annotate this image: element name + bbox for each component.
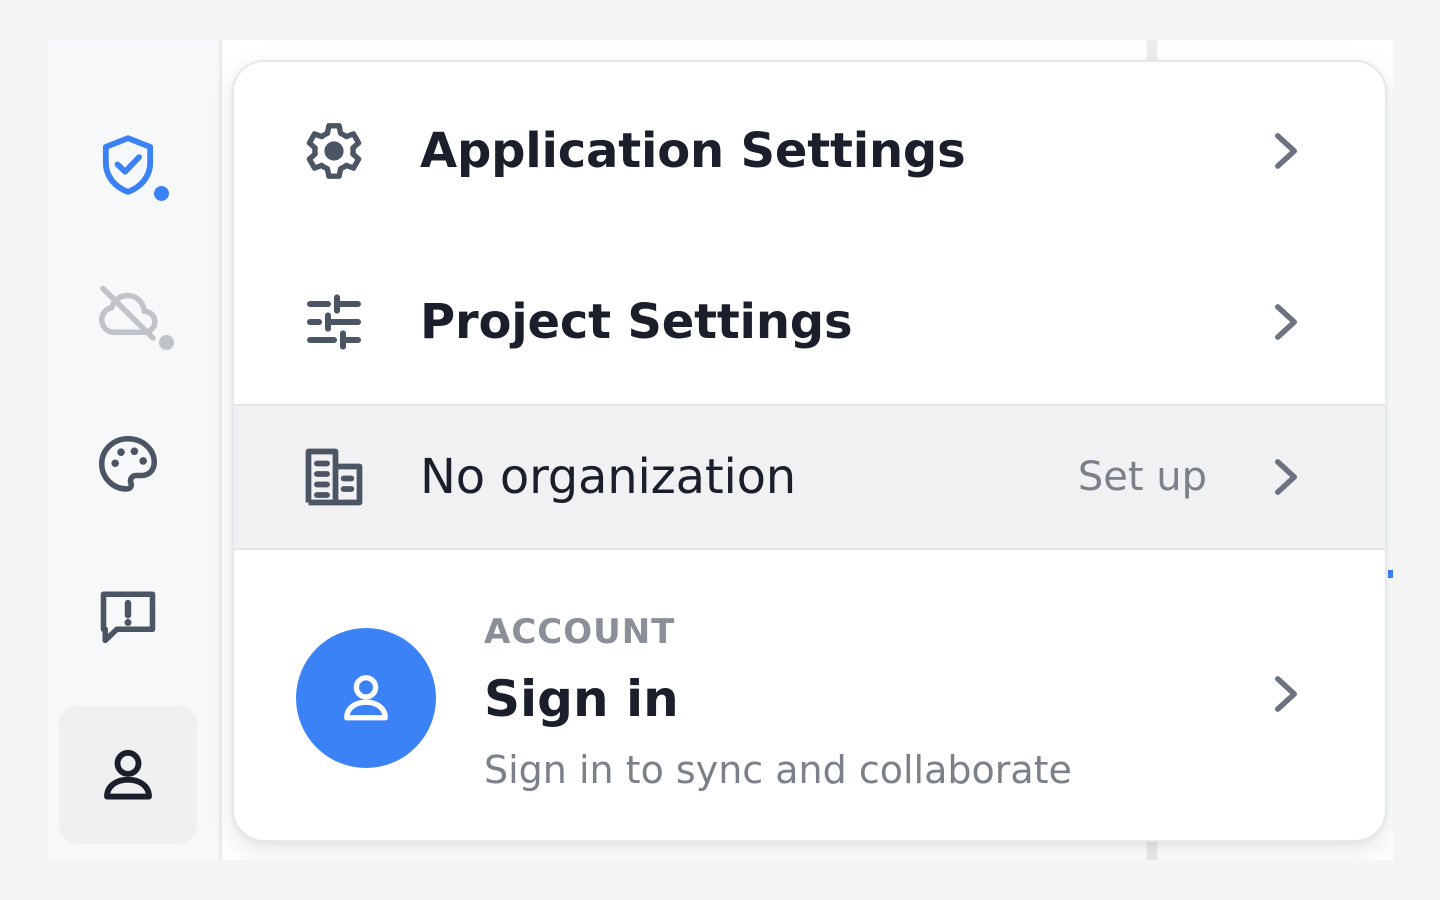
account-section-label: ACCOUNT bbox=[484, 612, 676, 652]
menu-item-label: Application Settings bbox=[420, 123, 966, 179]
gear-icon bbox=[298, 115, 370, 187]
chevron-right-icon bbox=[1269, 455, 1303, 499]
sidebar-item-security[interactable] bbox=[59, 96, 197, 234]
sign-in-subtitle: Sign in to sync and collaborate bbox=[484, 748, 1072, 792]
sidebar-item-account[interactable] bbox=[59, 706, 197, 844]
sliders-icon bbox=[298, 286, 370, 358]
app-window: Application Settings Project Settings No… bbox=[47, 40, 1393, 860]
cloud-off-icon bbox=[98, 285, 158, 341]
menu-item-project-settings[interactable]: Project Settings bbox=[234, 240, 1385, 404]
palette-icon bbox=[98, 435, 158, 492]
avatar bbox=[296, 628, 436, 768]
menu-item-application-settings[interactable]: Application Settings bbox=[234, 62, 1385, 240]
sign-in-title: Sign in bbox=[484, 670, 679, 728]
sidebar-divider bbox=[219, 40, 222, 860]
account-menu-popover: Application Settings Project Settings No… bbox=[232, 60, 1387, 842]
menu-item-label: Project Settings bbox=[420, 294, 853, 350]
user-icon bbox=[344, 675, 388, 721]
menu-item-organization[interactable]: No organization Set up bbox=[234, 404, 1385, 550]
chevron-right-icon bbox=[1269, 672, 1303, 716]
sidebar-item-sync[interactable] bbox=[59, 244, 197, 382]
menu-item-sign-in[interactable]: ACCOUNT Sign in Sign in to sync and coll… bbox=[234, 550, 1385, 840]
background-accent-mark bbox=[1388, 570, 1393, 578]
user-icon bbox=[104, 749, 152, 800]
shield-check-icon bbox=[102, 135, 154, 195]
sidebar-item-feedback[interactable] bbox=[59, 548, 197, 686]
feedback-icon bbox=[100, 591, 156, 644]
chevron-right-icon bbox=[1269, 129, 1303, 173]
status-dot-offline bbox=[159, 335, 174, 350]
sidebar-rail bbox=[47, 40, 219, 860]
status-dot-online bbox=[154, 186, 169, 201]
menu-item-label: No organization bbox=[420, 449, 796, 505]
sidebar-item-theme[interactable] bbox=[59, 396, 197, 534]
setup-link[interactable]: Set up bbox=[1078, 454, 1207, 500]
building-icon bbox=[298, 441, 370, 513]
chevron-right-icon bbox=[1269, 300, 1303, 344]
